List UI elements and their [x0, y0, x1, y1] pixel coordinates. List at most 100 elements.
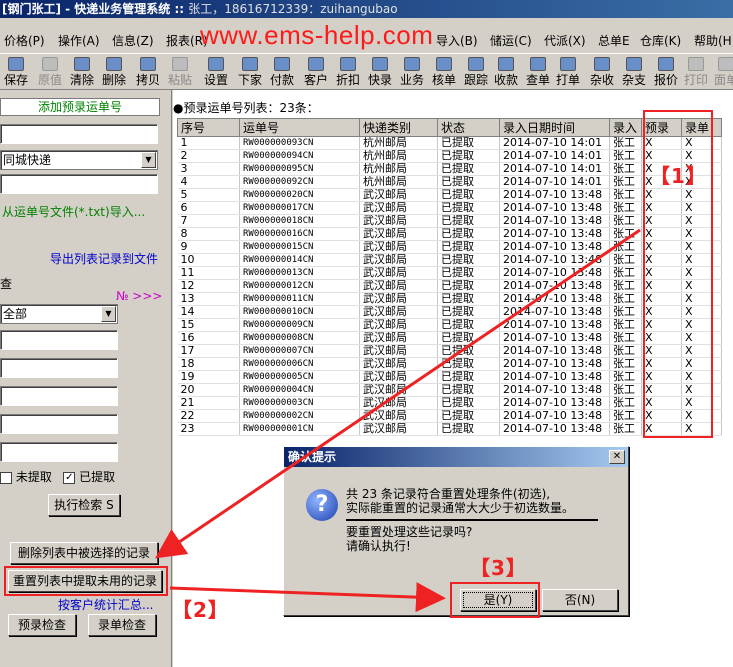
menu-operation[interactable]: 操作(A) — [58, 32, 100, 49]
waybill-input[interactable] — [0, 124, 158, 144]
filter-input-2[interactable] — [0, 358, 118, 378]
table-row[interactable]: 12 RW000000012CN 武汉邮局 已提取 2014-07-10 13:48 张工… — [177, 279, 722, 293]
menu-master-bill[interactable]: 总单E — [598, 32, 630, 49]
toolbar-button-18[interactable]: misc-income-icon 杂收 — [586, 56, 618, 88]
table-row[interactable]: 3 RW000000095CN 杭州邮局 已提取 2014-07-10 14:01 张工 X… — [177, 162, 722, 176]
toolbar-button-10[interactable]: discount-icon 折扣 — [332, 56, 364, 88]
table-row[interactable]: 20 RW000000004CN 武汉邮局 已提取 2014-07-10 13:48 张工… — [177, 383, 722, 397]
toolbar-button-13[interactable]: verify-icon 核单 — [428, 56, 460, 88]
table-cell: 张工 — [609, 279, 642, 293]
question-icon: ? — [306, 489, 338, 521]
presort-table[interactable]: 序号 运单号 快递类别 状态 录入日期时间 录入 预录 录单 1 RW000000093CN 杭州… — [177, 118, 722, 436]
table-cell: 11 — [177, 266, 240, 280]
table-row[interactable]: 18 RW000000006CN 武汉邮局 已提取 2014-07-10 13:48 张工… — [177, 357, 722, 371]
toolbar-button-21[interactable]: print-icon 打印 — [680, 56, 712, 88]
table-row[interactable]: 13 RW000000011CN 武汉邮局 已提取 2014-07-10 13:48 张工… — [177, 292, 722, 306]
table-cell: 1 — [177, 136, 240, 150]
add-presort-label[interactable]: 添加预录运单号 — [0, 98, 160, 116]
table-row[interactable]: 7 RW000000018CN 武汉邮局 已提取 2014-07-10 13:48 张工 X… — [177, 214, 722, 228]
toolbar-button-6[interactable]: settings-icon 设置 — [200, 56, 232, 88]
scope-select[interactable]: 全部 ▼ — [0, 304, 118, 324]
table-row[interactable]: 9 RW000000015CN 武汉邮局 已提取 2014-07-10 13:48 张工 X… — [177, 240, 722, 254]
toolbar-button-15[interactable]: receive-icon 收款 — [490, 56, 522, 88]
dialog-title[interactable]: 确认提示 — [284, 447, 628, 467]
table-row[interactable]: 11 RW000000013CN 武汉邮局 已提取 2014-07-10 13:48 张工… — [177, 266, 722, 280]
customer-stats-link[interactable]: 按客户统计汇总... — [58, 596, 153, 613]
extracted-checkbox[interactable]: ✓ — [63, 471, 76, 484]
close-icon[interactable]: ✕ — [609, 450, 625, 464]
filter-input-4[interactable] — [0, 414, 118, 434]
menu-help[interactable]: 帮助(H) — [694, 32, 733, 49]
table-row[interactable]: 5 RW000000020CN 武汉邮局 已提取 2014-07-10 13:48 张工 X… — [177, 188, 722, 202]
menu-warehouse[interactable]: 仓库(K) — [640, 32, 681, 49]
table-cell: 22 — [177, 409, 240, 423]
unextracted-checkbox[interactable] — [0, 471, 12, 484]
toolbar-button-16[interactable]: search-icon 查单 — [522, 56, 554, 88]
filter-input-5[interactable] — [0, 442, 118, 462]
courier-select-value: 同城快递 — [3, 153, 52, 167]
toolbar-button-4[interactable]: copy-icon 拷贝 — [132, 56, 164, 88]
table-row[interactable]: 22 RW000000002CN 武汉邮局 已提取 2014-07-10 13:48 张工… — [177, 409, 722, 423]
toolbar-button-20[interactable]: quote-icon 报价 — [650, 56, 682, 88]
toolbar-button-19[interactable]: misc-expense-icon 杂支 — [618, 56, 650, 88]
toolbar-button-17[interactable]: print-waybill-icon 打单 — [552, 56, 584, 88]
entry-check-button[interactable]: 录单检查 — [88, 614, 156, 636]
toolbar-button-7[interactable]: downstream-icon 下家 — [234, 56, 266, 88]
toolbar-button-11[interactable]: quick-entry-icon 快录 — [364, 56, 396, 88]
table-row[interactable]: 8 RW000000016CN 武汉邮局 已提取 2014-07-10 13:48 张工 X… — [177, 227, 722, 241]
toolbar-label-16: 查单 — [525, 73, 550, 87]
toolbar-button-12[interactable]: business-icon 业务 — [396, 56, 428, 88]
column-header-4[interactable]: 录入日期时间 — [499, 118, 610, 137]
table-row[interactable]: 6 RW000000017CN 武汉邮局 已提取 2014-07-10 13:48 张工 X… — [177, 201, 722, 215]
table-row[interactable]: 15 RW000000009CN 武汉邮局 已提取 2014-07-10 13:48 张工… — [177, 318, 722, 332]
filter-input-1[interactable] — [0, 330, 118, 350]
table-row[interactable]: 23 RW000000001CN 武汉邮局 已提取 2014-07-10 13:48 张工… — [177, 422, 722, 436]
toolbar-button-5[interactable]: paste-icon 粘贴 — [164, 56, 196, 88]
import-from-file-link[interactable]: 从运单号文件(*.txt)导入... — [2, 203, 172, 220]
no-button[interactable]: 否(N) — [542, 589, 618, 611]
window-title-bar[interactable]: [钢门张工] - 快递业务管理系统 :: 张工，18616712339：zuih… — [0, 0, 733, 18]
toolbar-button-3[interactable]: delete-icon 删除 — [98, 56, 130, 88]
export-list-link[interactable]: 导出列表记录到文件 — [50, 250, 158, 267]
table-row[interactable]: 2 RW000000094CN 杭州邮局 已提取 2014-07-10 14:01 张工 X… — [177, 149, 722, 163]
menu-info[interactable]: 信息(Z) — [112, 32, 154, 49]
toolbar-label-8: 付款 — [269, 73, 294, 87]
column-header-5[interactable]: 录入 — [609, 118, 642, 137]
toolbar-button-9[interactable]: customer-icon 客户 — [300, 56, 332, 88]
toolbar-label-7: 下家 — [237, 73, 262, 87]
toolbar-label-5: 粘贴 — [167, 73, 192, 87]
table-row[interactable]: 16 RW000000008CN 武汉邮局 已提取 2014-07-10 13:48 张工… — [177, 331, 722, 345]
table-cell: 已提取 — [437, 175, 500, 189]
toolbar-label-12: 业务 — [399, 73, 424, 87]
menu-price[interactable]: 价格(P) — [4, 32, 45, 49]
table-row[interactable]: 14 RW000000010CN 武汉邮局 已提取 2014-07-10 13:48 张工… — [177, 305, 722, 319]
column-header-0[interactable]: 序号 — [177, 118, 240, 137]
chevron-down-icon[interactable]: ▼ — [101, 306, 116, 322]
toolbar-button-0[interactable]: save-icon 保存 — [0, 56, 32, 88]
column-header-1[interactable]: 运单号 — [239, 118, 360, 137]
toolbar-button-1[interactable]: undo-icon 原值 — [34, 56, 66, 88]
menu-import[interactable]: 导入(B) — [436, 32, 478, 49]
menu-dispatch[interactable]: 代派(X) — [544, 32, 586, 49]
column-header-3[interactable]: 状态 — [437, 118, 500, 137]
note-input[interactable] — [0, 174, 158, 194]
column-header-2[interactable]: 快递类别 — [359, 118, 438, 137]
table-row[interactable]: 19 RW000000005CN 武汉邮局 已提取 2014-07-10 13:48 张工… — [177, 370, 722, 384]
filter-input-3[interactable] — [0, 386, 118, 406]
presort-check-button[interactable]: 预录检查 — [8, 614, 76, 636]
table-row[interactable]: 17 RW000000007CN 武汉邮局 已提取 2014-07-10 13:48 张工… — [177, 344, 722, 358]
delete-selected-button[interactable]: 删除列表中被选择的记录 — [10, 542, 158, 564]
table-row[interactable]: 4 RW000000092CN 杭州邮局 已提取 2014-07-10 14:01 张工 X… — [177, 175, 722, 189]
toolbar-button-2[interactable]: clear-icon 清除 — [66, 56, 98, 88]
toolbar-button-14[interactable]: track-icon 跟踪 — [460, 56, 492, 88]
courier-select[interactable]: 同城快递 ▼ — [0, 150, 158, 170]
table-row[interactable]: 1 RW000000093CN 杭州邮局 已提取 2014-07-10 14:01 张工 X… — [177, 136, 722, 150]
table-row[interactable]: 10 RW000000014CN 武汉邮局 已提取 2014-07-10 13:48 张工… — [177, 253, 722, 267]
chevron-down-icon[interactable]: ▼ — [141, 152, 156, 168]
toolbar-button-22[interactable]: label-icon 面单 — [710, 56, 733, 88]
toolbar-button-8[interactable]: pay-icon 付款 — [266, 56, 298, 88]
table-row[interactable]: 21 RW000000003CN 武汉邮局 已提取 2014-07-10 13:48 张工… — [177, 396, 722, 410]
number-link[interactable]: № >>> — [116, 289, 162, 303]
menu-storage[interactable]: 储运(C) — [490, 32, 532, 49]
execute-search-button[interactable]: 执行检索 S — [48, 494, 120, 516]
